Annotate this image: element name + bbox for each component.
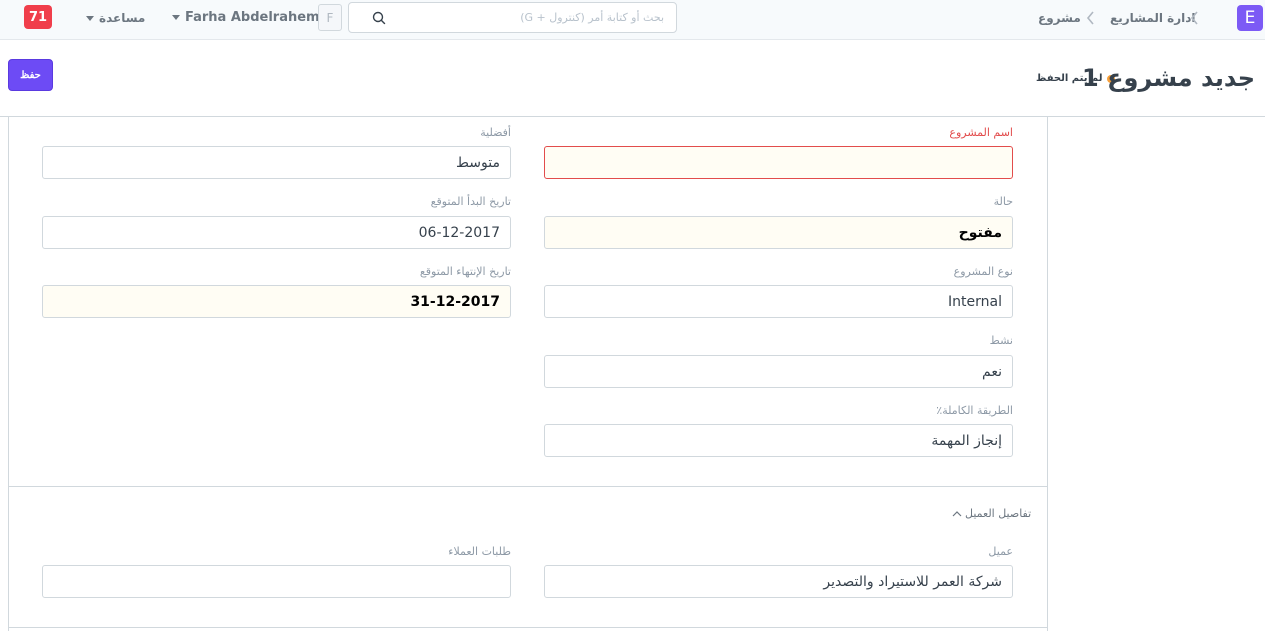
notification-badge[interactable]: 71 xyxy=(24,5,52,29)
breadcrumb-projects-module[interactable]: ادارة المشاريع xyxy=(1110,11,1196,25)
completion-method-select[interactable]: إنجاز المهمة xyxy=(544,424,1013,457)
save-button[interactable]: حفظ xyxy=(8,59,53,91)
expected-end-label: تاريخ الإنتهاء المتوقع xyxy=(419,265,511,278)
help-label: مساعدة xyxy=(99,11,146,25)
sales-order-label: طلبات العملاء xyxy=(448,545,511,558)
active-label: نشط xyxy=(989,334,1013,347)
project-type-field[interactable]: Internal xyxy=(544,285,1013,318)
section-divider xyxy=(8,627,1048,628)
chevron-down-icon xyxy=(86,15,94,21)
chevron-left-icon xyxy=(1190,11,1198,25)
user-menu[interactable]: Farha Abdelrahem xyxy=(172,10,320,25)
sales-order-field[interactable] xyxy=(42,565,511,598)
customer-section-header[interactable]: تفاصيل العميل xyxy=(952,507,1031,520)
project-name-field[interactable] xyxy=(544,146,1013,179)
section-divider xyxy=(8,486,1048,487)
expected-start-label: تاريخ البدأ المتوقع xyxy=(430,195,511,208)
expected-start-field[interactable]: 06-12-2017 xyxy=(42,216,511,249)
project-type-label: نوع المشروع xyxy=(953,265,1013,278)
chevron-left-icon xyxy=(1086,11,1094,25)
priority-select[interactable]: متوسط xyxy=(42,146,511,179)
priority-label: أفضلية xyxy=(480,126,511,139)
page-title: جديد مشروع 1 xyxy=(1082,64,1255,92)
avatar[interactable]: F xyxy=(318,4,342,31)
status-select[interactable]: مفتوح xyxy=(544,216,1013,249)
status-label: حالة xyxy=(993,195,1013,208)
active-select[interactable]: نعم xyxy=(544,355,1013,388)
breadcrumb-project[interactable]: مشروع xyxy=(1038,11,1081,25)
project-name-label: اسم المشروع xyxy=(949,126,1013,139)
chevron-down-icon xyxy=(172,15,180,20)
expected-end-field[interactable]: 31-12-2017 xyxy=(42,285,511,318)
navbar: 71 مساعدة Farha Abdelrahem F بحث أو كتاب… xyxy=(0,0,1265,40)
search-placeholder: بحث أو كتابة أمر (كنترول + G) xyxy=(520,11,664,24)
completion-method-label: الطريقة الكاملة٪ xyxy=(936,404,1013,417)
search-icon xyxy=(372,11,386,25)
user-name: Farha Abdelrahem xyxy=(185,10,320,25)
search-input[interactable]: بحث أو كتابة أمر (كنترول + G) xyxy=(348,2,677,33)
customer-section-title: تفاصيل العميل xyxy=(965,507,1032,520)
help-menu[interactable]: مساعدة xyxy=(86,11,145,25)
customer-field[interactable]: شركة العمر للاستيراد والتصدير xyxy=(544,565,1013,598)
customer-label: عميل xyxy=(988,545,1013,558)
chevron-up-icon xyxy=(952,510,962,516)
app-logo[interactable]: E xyxy=(1237,5,1263,31)
